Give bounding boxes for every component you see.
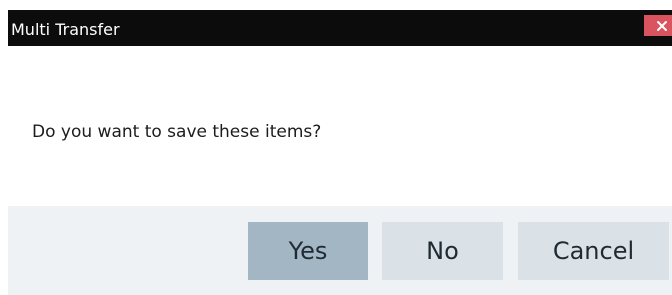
close-icon: [657, 20, 667, 31]
button-bar: Yes No Cancel: [8, 206, 672, 295]
window-title: Multi Transfer: [11, 20, 120, 39]
cancel-button[interactable]: Cancel: [518, 222, 669, 280]
yes-button[interactable]: Yes: [248, 222, 368, 280]
title-bar: Multi Transfer: [8, 10, 672, 46]
dialog-message: Do you want to save these items?: [32, 122, 322, 142]
dialog: Multi Transfer Do you want to save these…: [0, 0, 672, 295]
no-button[interactable]: No: [382, 222, 503, 280]
close-button[interactable]: [644, 15, 672, 36]
